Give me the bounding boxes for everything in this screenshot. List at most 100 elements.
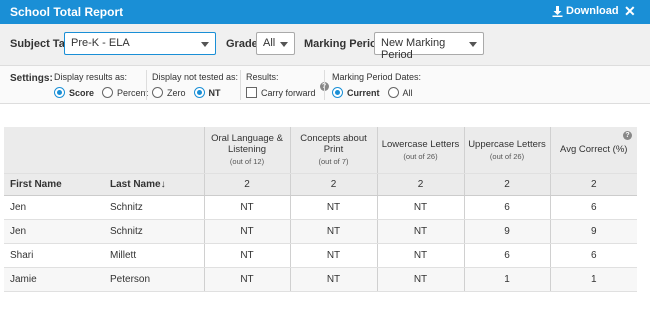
column-header-lowercase: Lowercase Letters (out of 26) xyxy=(376,127,464,174)
column-subtitle: (out of 12) xyxy=(229,157,265,167)
chevron-down-icon xyxy=(280,42,288,47)
divider xyxy=(146,70,147,100)
first-name-cell: Jen xyxy=(4,219,104,244)
display-not-tested-group: Display not tested as: Zero NT xyxy=(152,72,238,98)
column-count: 2 xyxy=(463,173,550,196)
table-row: Jen Schnitz NT NT NT 6 6 xyxy=(4,195,637,220)
first-name-cell: Shari xyxy=(4,243,104,268)
display-percent-radio[interactable] xyxy=(102,87,114,98)
last-name-cell: Peterson xyxy=(104,267,204,292)
dates-all-label: All xyxy=(402,87,413,98)
display-results-title: Display results as: xyxy=(54,72,128,82)
dates-all-radio[interactable] xyxy=(387,87,399,98)
score-cell: NT xyxy=(376,243,464,268)
display-results-group: Display results as: Score Percent xyxy=(54,72,148,98)
score-cell: NT xyxy=(376,267,464,292)
score-cell: 6 xyxy=(549,243,637,268)
settings-bar: Settings: Display results as: Score Perc… xyxy=(0,66,650,104)
marking-period-select[interactable]: New Marking Period xyxy=(374,32,484,61)
title-bar: School Total Report Download ✕ xyxy=(0,0,650,24)
score-cell: 1 xyxy=(549,267,637,292)
chevron-down-icon xyxy=(469,42,477,47)
score-cell: 1 xyxy=(463,267,550,292)
score-cell: 9 xyxy=(463,219,550,244)
filter-bar: Subject Tab: Pre-K - ELA Grade: All Mark… xyxy=(0,24,650,66)
divider xyxy=(240,70,241,100)
column-title: Concepts about Print xyxy=(300,133,367,156)
grade-select[interactable]: All xyxy=(256,32,295,55)
score-cell: NT xyxy=(376,195,464,220)
marking-period-dates-title: Marking Period Dates: xyxy=(332,72,422,82)
column-count: 2 xyxy=(376,173,464,196)
last-name-header[interactable]: Last Name↓ xyxy=(104,173,204,196)
marking-period-dates-group: Marking Period Dates: Current All xyxy=(332,72,421,98)
column-title: Lowercase Letters xyxy=(381,138,460,150)
column-header-oral-language: Oral Language & Listening (out of 12) xyxy=(203,127,290,174)
download-button[interactable]: Download xyxy=(552,5,619,17)
score-cell: NT xyxy=(289,243,377,268)
table-row: Shari Millett NT NT NT 6 6 xyxy=(4,243,637,268)
score-cell: NT xyxy=(289,219,377,244)
display-score-label: Score xyxy=(69,87,95,98)
column-subtitle: (out of 26) xyxy=(489,151,525,161)
last-name-header-label: Last Name xyxy=(110,178,161,190)
marking-period-value: New Marking Period xyxy=(381,37,446,61)
carry-forward-checkbox[interactable] xyxy=(246,87,257,98)
dates-current-radio[interactable] xyxy=(332,87,343,98)
settings-label: Settings: xyxy=(10,73,53,84)
score-cell: NT xyxy=(203,267,290,292)
sort-down-arrow-icon: ↓ xyxy=(160,178,166,190)
table-row: Jen Schnitz NT NT NT 9 9 xyxy=(4,219,637,244)
help-icon[interactable]: ? xyxy=(623,131,632,140)
subject-tab-select[interactable]: Pre-K - ELA xyxy=(64,32,216,55)
display-percent-label: Percent xyxy=(117,87,149,98)
column-count: 2 xyxy=(549,173,637,196)
not-tested-nt-radio[interactable] xyxy=(193,87,205,98)
carry-forward-label: Carry forward xyxy=(261,87,316,98)
score-cell: NT xyxy=(289,267,377,292)
first-name-header[interactable]: First Name xyxy=(4,173,104,196)
score-cell: 6 xyxy=(463,195,550,220)
column-title: Avg Correct (%) xyxy=(560,144,628,156)
window-title: School Total Report xyxy=(10,5,124,19)
score-cell: NT xyxy=(203,243,290,268)
divider xyxy=(324,70,325,100)
score-cell: 6 xyxy=(549,195,637,220)
not-tested-zero-radio[interactable] xyxy=(152,87,163,98)
column-header-concepts-print: Concepts about Print (out of 7) xyxy=(289,127,377,174)
last-name-cell: Schnitz xyxy=(104,195,204,220)
report-table: Oral Language & Listening (out of 12) Co… xyxy=(4,127,637,292)
results-title: Results: xyxy=(246,72,279,82)
column-subtitle: (out of 7) xyxy=(318,157,349,167)
column-title: Oral Language & Listening xyxy=(211,133,283,156)
first-name-cell: Jen xyxy=(4,195,104,220)
not-tested-zero-label: Zero xyxy=(167,87,186,98)
download-icon xyxy=(552,5,563,17)
column-header-uppercase: Uppercase Letters (out of 26) xyxy=(463,127,550,174)
dates-current-label: Current xyxy=(347,87,380,98)
results-group: Results: Carry forward ? xyxy=(246,72,329,98)
last-name-cell: Millett xyxy=(104,243,204,268)
table-row: Jamie Peterson NT NT NT 1 1 xyxy=(4,267,637,292)
column-subtitle: (out of 26) xyxy=(403,151,438,161)
not-tested-nt-label: NT xyxy=(208,87,221,98)
column-header-avg-correct: ? Avg Correct (%) xyxy=(549,127,637,174)
score-cell: NT xyxy=(289,195,377,220)
close-icon[interactable]: ✕ xyxy=(624,3,636,20)
subject-tab-value: Pre-K - ELA xyxy=(71,37,130,49)
first-name-cell: Jamie xyxy=(4,267,104,292)
score-cell: NT xyxy=(203,195,290,220)
score-cell: 9 xyxy=(549,219,637,244)
column-count: 2 xyxy=(203,173,290,196)
score-cell: NT xyxy=(203,219,290,244)
chevron-down-icon xyxy=(201,42,209,47)
score-cell: 6 xyxy=(463,243,550,268)
display-score-radio[interactable] xyxy=(54,87,65,98)
grade-value: All xyxy=(263,37,276,49)
column-title: Uppercase Letters xyxy=(468,138,546,150)
column-count: 2 xyxy=(289,173,377,196)
last-name-cell: Schnitz xyxy=(104,219,204,244)
download-label: Download xyxy=(566,5,619,17)
header-blank xyxy=(4,127,204,174)
score-cell: NT xyxy=(376,219,464,244)
